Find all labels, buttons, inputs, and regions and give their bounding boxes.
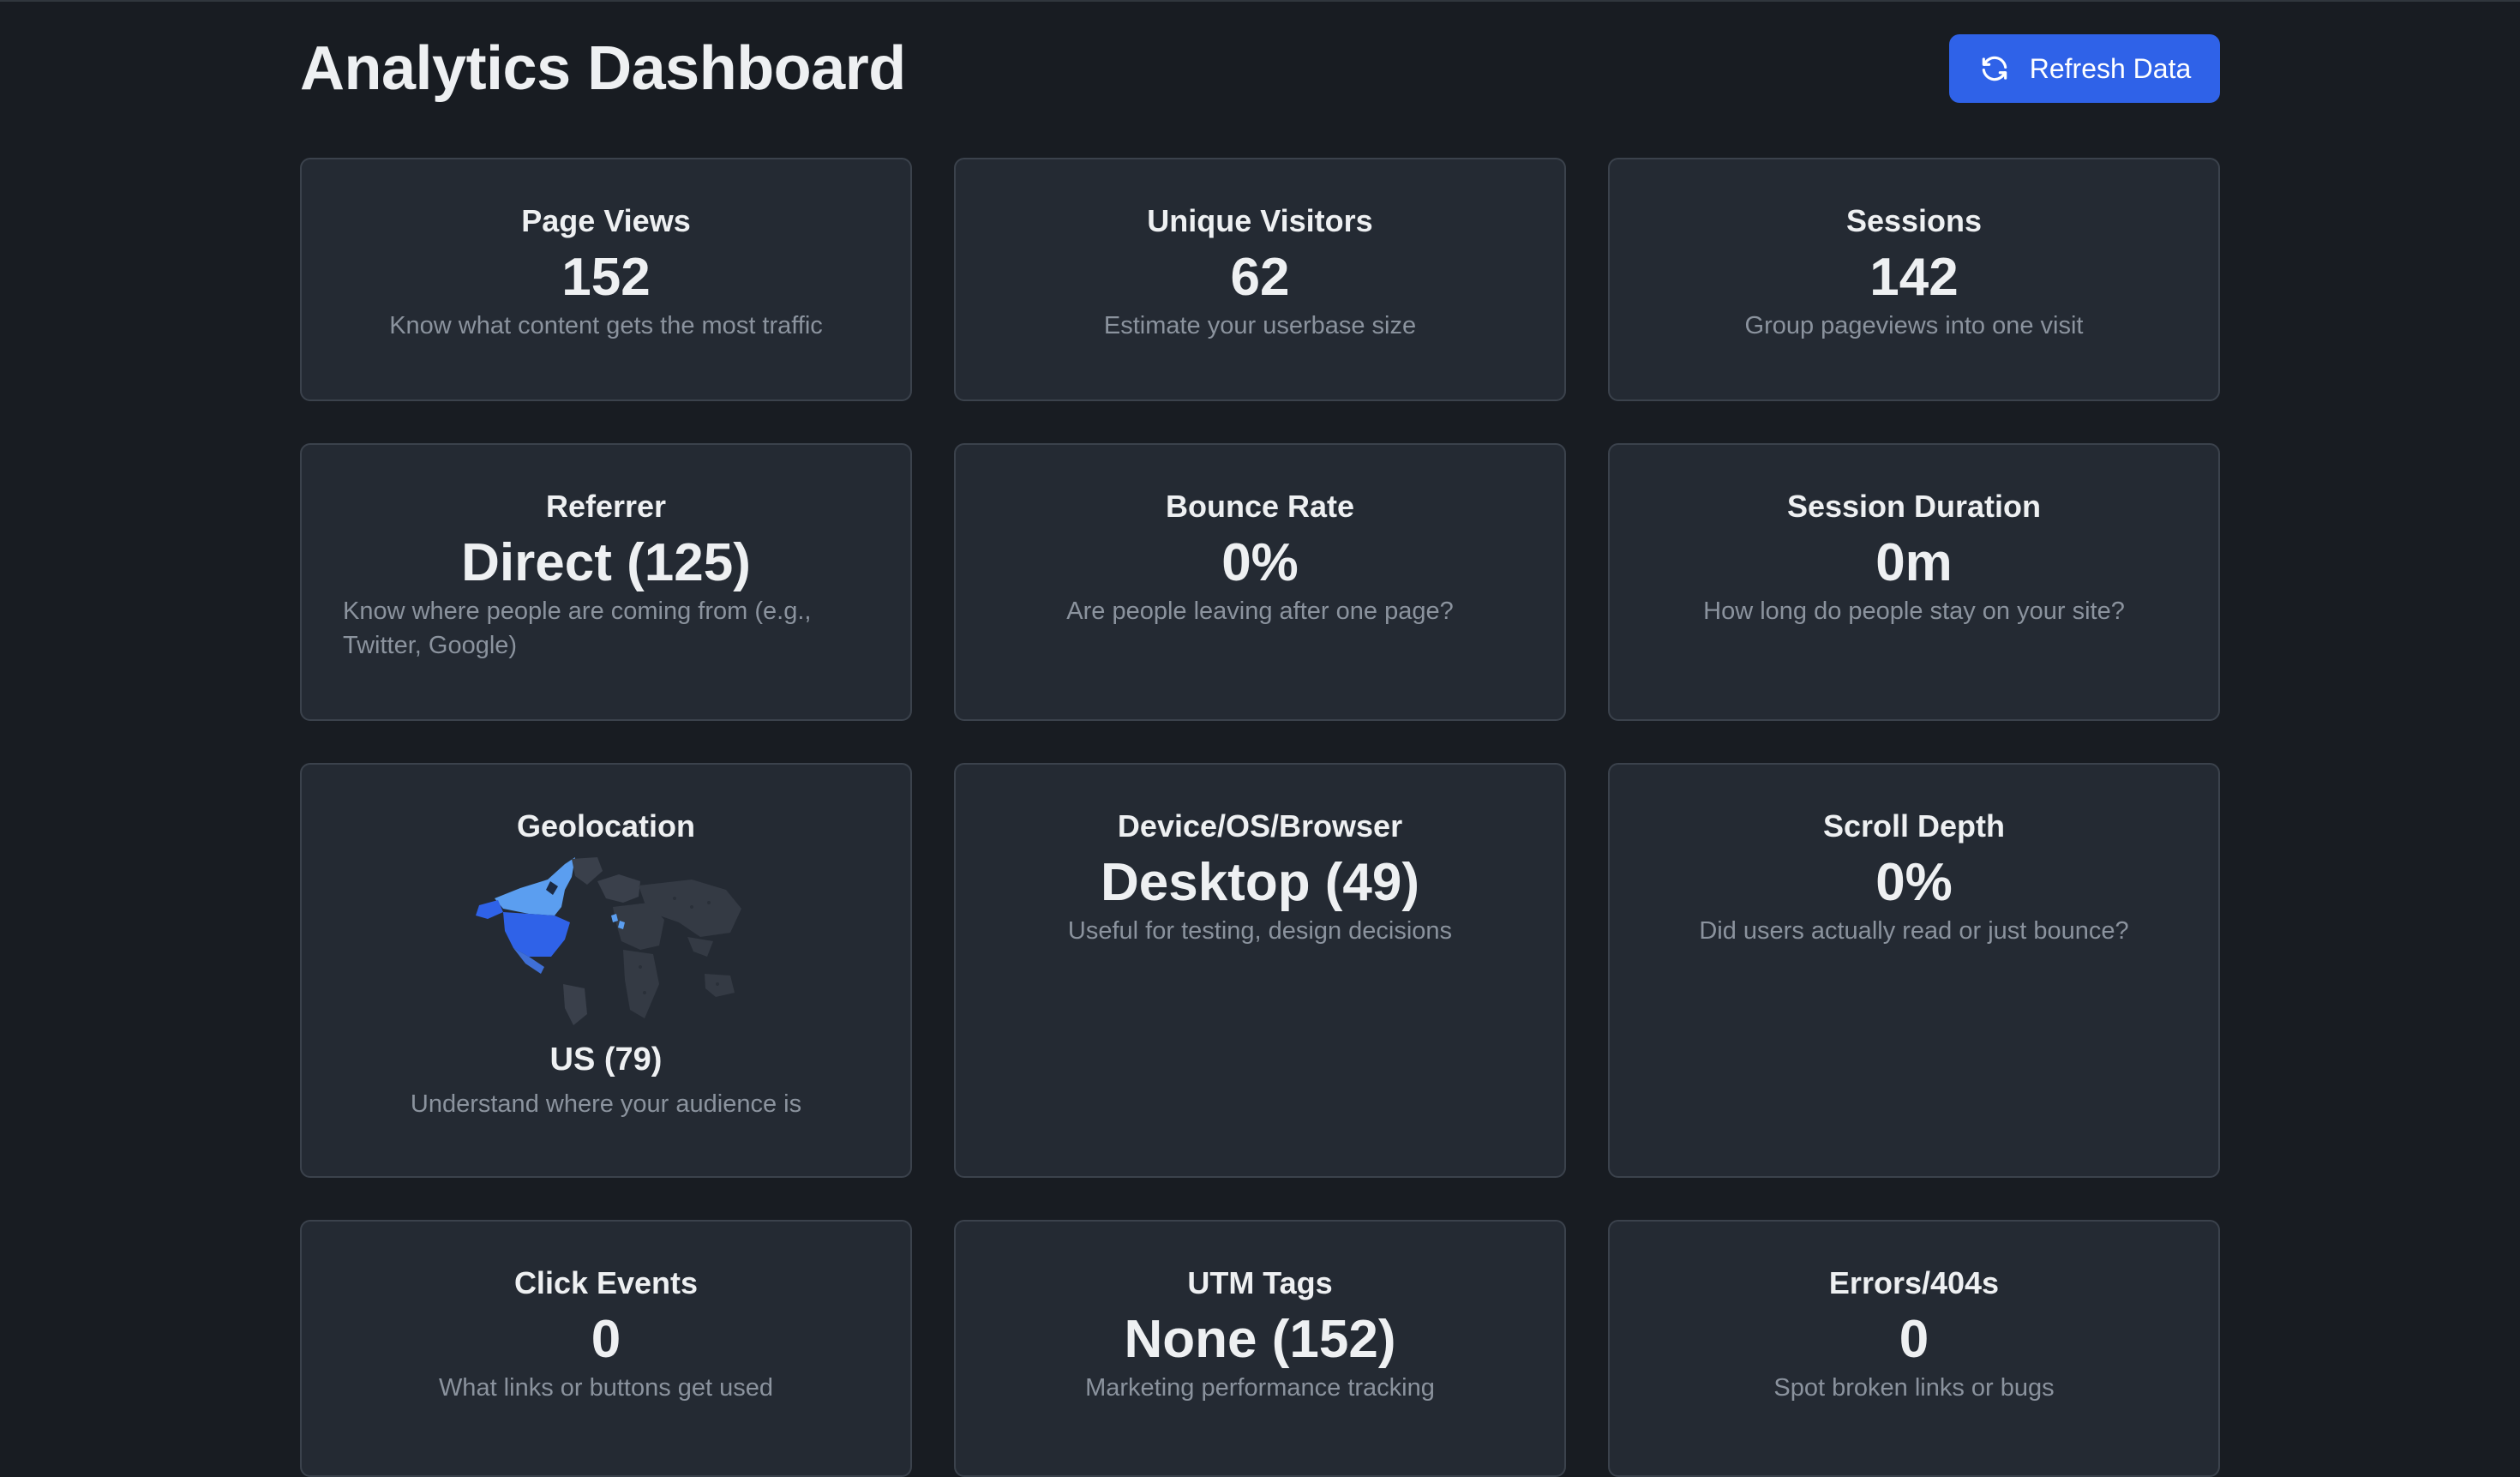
card-title: Unique Visitors	[1147, 203, 1373, 238]
card-page-views: Page Views 152 Know what content gets th…	[300, 158, 912, 401]
card-title: Errors/404s	[1828, 1265, 2000, 1300]
card-description: Group pageviews into one visit	[1744, 312, 2084, 339]
card-description: What links or buttons get used	[438, 1374, 774, 1402]
card-bounce-rate: Bounce Rate 0% Are people leaving after …	[954, 443, 1566, 721]
card-value: US (79)	[549, 1042, 663, 1078]
card-click-events: Click Events 0 What links or buttons get…	[300, 1220, 912, 1477]
page-title: Analytics Dashboard	[300, 34, 906, 103]
card-unique-visitors: Unique Visitors 62 Estimate your userbas…	[954, 158, 1566, 401]
card-value: 142	[1869, 248, 1959, 307]
card-description: Useful for testing, design decisions	[1067, 917, 1453, 945]
card-description: How long do people stay on your site?	[1703, 597, 2125, 625]
card-title: Click Events	[513, 1265, 699, 1300]
card-description: Estimate your userbase size	[1103, 312, 1417, 339]
metrics-grid: Page Views 152 Know what content gets th…	[300, 158, 2220, 1477]
dashboard-container: Analytics Dashboard Refresh Data Page Vi…	[300, 0, 2220, 1477]
card-description: Understand where your audience is	[410, 1090, 802, 1118]
card-title: Referrer	[545, 489, 667, 524]
world-map-icon[interactable]	[469, 856, 743, 1027]
card-scroll-depth: Scroll Depth 0% Did users actually read …	[1608, 763, 2220, 1178]
card-geolocation: Geolocation US (79) Understand where you…	[300, 763, 912, 1178]
card-value: 0m	[1875, 533, 1953, 592]
refresh-icon	[1982, 56, 2007, 81]
card-session-duration: Session Duration 0m How long do people s…	[1608, 443, 2220, 721]
card-description: Know what content gets the most traffic	[389, 312, 823, 339]
card-title: Page Views	[521, 203, 691, 238]
card-value: 0%	[1875, 853, 1953, 912]
card-value: 62	[1230, 248, 1290, 307]
card-value: 0%	[1221, 533, 1299, 592]
card-title: UTM Tags	[1187, 1265, 1333, 1300]
card-description: Are people leaving after one page?	[1066, 597, 1454, 625]
card-value: Desktop (49)	[1100, 853, 1420, 912]
card-title: Session Duration	[1786, 489, 2042, 524]
card-value: Direct (125)	[461, 533, 751, 592]
card-value: 152	[561, 248, 651, 307]
refresh-button-label: Refresh Data	[2029, 52, 2192, 84]
card-sessions: Sessions 142 Group pageviews into one vi…	[1608, 158, 2220, 401]
card-title: Sessions	[1845, 203, 1983, 238]
card-value: 0	[1899, 1310, 1929, 1369]
card-description: Marketing performance tracking	[1085, 1374, 1435, 1402]
card-description: Know where people are coming from (e.g.,…	[343, 597, 812, 659]
card-device-os-browser: Device/OS/Browser Desktop (49) Useful fo…	[954, 763, 1566, 1178]
card-referrer: Referrer Direct (125) Know where people …	[300, 443, 912, 721]
card-utm-tags: UTM Tags None (152) Marketing performanc…	[954, 1220, 1566, 1477]
card-value: None (152)	[1124, 1310, 1396, 1369]
card-title: Device/OS/Browser	[1117, 808, 1403, 844]
header: Analytics Dashboard Refresh Data	[300, 0, 2220, 137]
card-value: 0	[591, 1310, 621, 1369]
card-description: Spot broken links or bugs	[1773, 1374, 2055, 1402]
card-title: Bounce Rate	[1165, 489, 1355, 524]
refresh-data-button[interactable]: Refresh Data	[1949, 34, 2220, 103]
card-errors-404s: Errors/404s 0 Spot broken links or bugs	[1608, 1220, 2220, 1477]
card-description: Did users actually read or just bounce?	[1699, 917, 2129, 945]
card-title: Geolocation	[516, 808, 696, 844]
card-title: Scroll Depth	[1822, 808, 2006, 844]
